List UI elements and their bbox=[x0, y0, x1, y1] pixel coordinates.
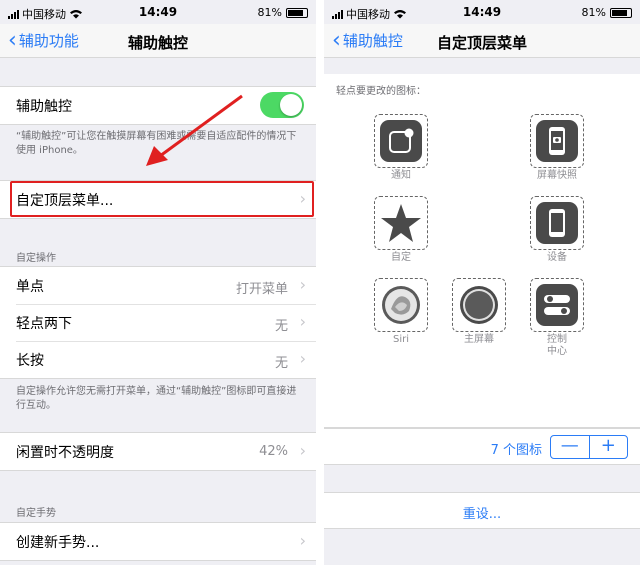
red-arrow-icon bbox=[146, 94, 243, 166]
reset-group: 重设... bbox=[324, 492, 640, 529]
red-highlight-box bbox=[10, 181, 314, 217]
icon-count-stepper: — + bbox=[550, 435, 628, 459]
control-center-icon bbox=[536, 284, 578, 326]
slot-screenshot[interactable]: 屏幕快照 bbox=[530, 114, 584, 182]
chevron-right-icon: › bbox=[299, 349, 306, 368]
back-button[interactable]: ‹ 辅助触控 bbox=[332, 27, 403, 53]
right-screen: 中国移动 14:49 81% ‹ 辅助触控 自定顶层菜单 轻点要更改的图标： 通知 bbox=[324, 0, 640, 565]
slot-custom[interactable]: 自定 bbox=[374, 196, 428, 264]
slot-notification[interactable]: 通知 bbox=[374, 114, 428, 182]
increment-button[interactable]: + bbox=[588, 436, 628, 458]
chevron-right-icon: › bbox=[299, 312, 306, 331]
edit-hint: 轻点要更改的图标： bbox=[336, 86, 426, 97]
chevron-left-icon: ‹ bbox=[332, 27, 341, 53]
notification-icon bbox=[380, 120, 422, 162]
screenshot-icon bbox=[536, 120, 578, 162]
assistive-touch-toggle[interactable] bbox=[260, 92, 304, 118]
slot-home[interactable]: 主屏幕 bbox=[452, 278, 506, 346]
actions-note: 自定操作允许您无需打开菜单，通过“辅助触控”图标即可直接进行互动。 bbox=[16, 386, 297, 411]
star-icon bbox=[381, 204, 421, 242]
reset-button[interactable]: 重设... bbox=[324, 503, 640, 522]
opacity-group: 闲置时不透明度 42% › bbox=[0, 432, 316, 471]
nav-bar: ‹ 辅助功能 辅助触控 bbox=[0, 24, 316, 58]
opacity-value: 42% bbox=[259, 444, 288, 459]
battery-icon bbox=[286, 7, 308, 18]
gestures-group: 创建新手势... › bbox=[0, 522, 316, 561]
chevron-right-icon: › bbox=[299, 531, 306, 550]
device-icon bbox=[536, 202, 578, 244]
battery-icon bbox=[610, 7, 632, 18]
toggle-knob bbox=[280, 94, 302, 116]
battery-percent: 81% bbox=[581, 6, 606, 19]
create-gesture-row[interactable]: 创建新手势... › bbox=[0, 523, 316, 560]
opacity-row[interactable]: 闲置时不透明度 42% › bbox=[0, 433, 316, 470]
icon-count-group: 7 个图标 — + bbox=[324, 428, 640, 465]
icon-count-label: 7 个图标 bbox=[490, 443, 542, 458]
action-row-single-tap[interactable]: 单点 打开菜单 › bbox=[0, 267, 316, 304]
chevron-right-icon: › bbox=[299, 441, 306, 460]
nav-bar: ‹ 辅助触控 自定顶层菜单 bbox=[324, 24, 640, 58]
actions-header: 自定操作 bbox=[16, 253, 56, 264]
slot-control-center[interactable]: 控制 中心 bbox=[530, 278, 584, 358]
assistive-touch-label: 辅助触控 bbox=[16, 98, 72, 115]
back-button[interactable]: ‹ 辅助功能 bbox=[8, 27, 79, 53]
chevron-left-icon: ‹ bbox=[8, 27, 17, 53]
battery-percent: 81% bbox=[257, 6, 282, 19]
status-bar: 中国移动 14:49 81% bbox=[324, 0, 640, 24]
actions-group: 单点 打开菜单 › 轻点两下 无 › 长按 无 › bbox=[0, 266, 316, 379]
slot-device[interactable]: 设备 bbox=[530, 196, 584, 264]
action-row-long-press[interactable]: 长按 无 › bbox=[0, 341, 316, 378]
siri-icon bbox=[382, 286, 420, 324]
slot-siri[interactable]: Siri bbox=[374, 278, 428, 346]
icon-grid-area: 轻点要更改的图标： 通知 屏幕快照 自定 设备 Siri 主屏幕 控制 中心 bbox=[324, 74, 640, 428]
action-row-double-tap[interactable]: 轻点两下 无 › bbox=[0, 304, 316, 341]
status-bar: 中国移动 14:49 81% bbox=[0, 0, 316, 24]
decrement-button[interactable]: — bbox=[551, 436, 589, 458]
chevron-right-icon: › bbox=[299, 275, 306, 294]
home-button-icon bbox=[460, 286, 498, 324]
gestures-header: 自定手势 bbox=[16, 508, 56, 519]
left-screen: 中国移动 14:49 81% ‹ 辅助功能 辅助触控 辅助触控 “辅助触控”可让您… bbox=[0, 0, 316, 565]
